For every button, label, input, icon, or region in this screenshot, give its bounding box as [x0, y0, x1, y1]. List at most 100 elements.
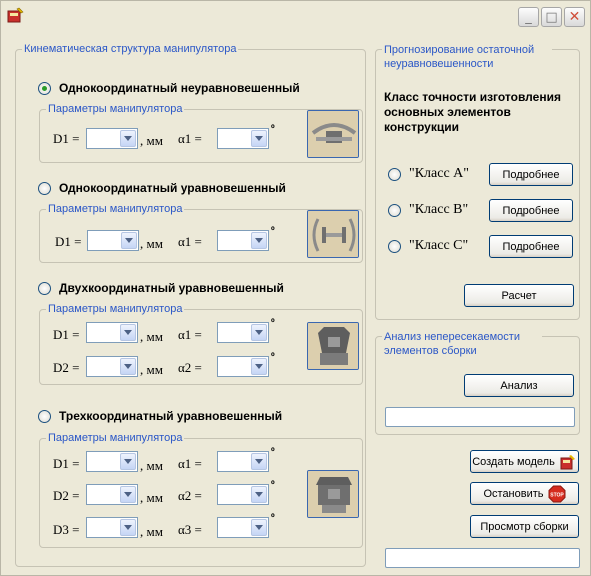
status-field[interactable]: [385, 548, 580, 568]
forecast-title: Прогнозирование остаточной неуравновешен…: [382, 43, 552, 71]
d1-label: D1 =: [55, 234, 82, 249]
intersection-analysis-title: Анализ непересекаемости элементов сборки: [382, 330, 542, 358]
alpha1-label: α1 =: [178, 327, 202, 342]
radio-indicator[interactable]: [38, 81, 51, 95]
alpha1-combobox[interactable]: [217, 128, 269, 149]
params-title: Параметры манипулятора: [46, 431, 185, 445]
class-b-label: "Класс В": [409, 202, 469, 217]
app-icon: [7, 7, 24, 23]
stop-button[interactable]: Остановить STOP: [470, 482, 579, 505]
d3-combobox[interactable]: [86, 517, 138, 538]
chevron-down-icon[interactable]: [251, 130, 267, 147]
mm-unit: , мм: [140, 524, 163, 539]
radio-indicator[interactable]: [388, 167, 401, 181]
radio-label: Двухкоординатный уравновешенный: [59, 281, 284, 295]
details-button-class-b[interactable]: Подробнее: [489, 199, 573, 222]
class-b-option[interactable]: "Класс В": [388, 202, 468, 218]
alpha1-combobox[interactable]: [217, 322, 269, 343]
radio-indicator[interactable]: [388, 203, 401, 217]
class-c-option[interactable]: "Класс С": [388, 238, 468, 254]
radio-label: Однокоординатный уравновешенный: [59, 181, 286, 195]
mm-unit: , мм: [140, 133, 163, 148]
chevron-down-icon[interactable]: [251, 453, 267, 470]
class-a-option[interactable]: "Класс А": [388, 166, 469, 182]
stop-label: Остановить: [483, 487, 544, 500]
stop-sign-icon: STOP: [548, 485, 566, 502]
d1-label: D1 =: [53, 131, 80, 146]
accuracy-class-heading: Класс точности изготовления основных эле…: [384, 90, 561, 134]
close-icon: ✕: [568, 9, 581, 25]
chevron-down-icon[interactable]: [251, 486, 267, 503]
params-title: Параметры манипулятора: [46, 302, 185, 316]
degree-sign: º: [271, 124, 275, 135]
manipulator-image-4: [307, 470, 359, 518]
create-model-button[interactable]: Создать модель: [470, 450, 579, 473]
radio-indicator[interactable]: [388, 239, 401, 253]
close-button[interactable]: ✕: [564, 7, 585, 27]
calculate-button[interactable]: Расчет: [464, 284, 574, 307]
mm-unit: , мм: [140, 236, 163, 251]
mm-unit: , мм: [140, 490, 163, 505]
minimize-button[interactable]: _: [518, 7, 539, 27]
alpha1-label: α1 =: [178, 234, 202, 249]
class-c-label: "Класс С": [409, 238, 469, 253]
chevron-down-icon[interactable]: [120, 358, 136, 375]
mm-unit: , мм: [140, 329, 163, 344]
alpha3-label: α3 =: [178, 522, 202, 537]
mm-unit: , мм: [140, 362, 163, 377]
radio-indicator[interactable]: [38, 409, 51, 423]
d2-combobox[interactable]: [86, 484, 138, 505]
kinematic-structure-title: Кинематическая структура манипулятора: [22, 42, 239, 56]
alpha1-combobox[interactable]: [217, 230, 269, 251]
params-title: Параметры манипулятора: [46, 102, 185, 116]
alpha1-label: α1 =: [178, 456, 202, 471]
degree-sign: º: [271, 318, 275, 329]
alpha2-combobox[interactable]: [217, 484, 269, 505]
radio-three-coordinate-balanced[interactable]: Трехкоординатный уравновешенный: [38, 409, 282, 423]
alpha1-combobox[interactable]: [217, 451, 269, 472]
alpha2-label: α2 =: [178, 360, 202, 375]
radio-indicator[interactable]: [38, 281, 51, 295]
chevron-down-icon[interactable]: [251, 324, 267, 341]
d1-combobox[interactable]: [86, 128, 138, 149]
chevron-down-icon[interactable]: [120, 130, 136, 147]
d2-combobox[interactable]: [86, 356, 138, 377]
degree-sign: º: [271, 513, 275, 524]
chevron-down-icon[interactable]: [120, 519, 136, 536]
details-button-class-a[interactable]: Подробнее: [489, 163, 573, 186]
chevron-down-icon[interactable]: [251, 232, 267, 249]
d1-combobox[interactable]: [87, 230, 139, 251]
view-assembly-button[interactable]: Просмотр сборки: [470, 515, 579, 538]
params-title: Параметры манипулятора: [46, 202, 185, 216]
chevron-down-icon[interactable]: [120, 486, 136, 503]
manipulator-image-1: [307, 110, 359, 158]
create-model-label: Создать модель: [472, 455, 555, 468]
radio-single-unbalanced[interactable]: Однокоординатный неуравновешенный: [38, 81, 300, 95]
analyze-button[interactable]: Анализ: [464, 374, 574, 397]
model-icon: [560, 454, 575, 469]
degree-sign: º: [271, 352, 275, 363]
radio-two-coordinate-balanced[interactable]: Двухкоординатный уравновешенный: [38, 281, 284, 295]
main-window: _ □ ✕ Кинематическая структура манипулят…: [0, 0, 591, 576]
degree-sign: º: [271, 447, 275, 458]
radio-indicator[interactable]: [38, 181, 51, 195]
d2-label: D2 =: [53, 488, 80, 503]
analysis-output-field[interactable]: [385, 407, 575, 427]
maximize-button[interactable]: □: [541, 7, 562, 27]
d1-combobox[interactable]: [86, 451, 138, 472]
manipulator-image-3: [307, 322, 359, 370]
chevron-down-icon[interactable]: [120, 324, 136, 341]
chevron-down-icon[interactable]: [121, 232, 137, 249]
alpha3-combobox[interactable]: [217, 517, 269, 538]
details-button-class-c[interactable]: Подробнее: [489, 235, 573, 258]
radio-single-balanced[interactable]: Однокоординатный уравновешенный: [38, 181, 286, 195]
title-bar: _ □ ✕: [1, 1, 590, 31]
class-a-label: "Класс А": [409, 166, 470, 181]
chevron-down-icon[interactable]: [251, 358, 267, 375]
mm-unit: , мм: [140, 458, 163, 473]
alpha1-label: α1 =: [178, 131, 202, 146]
chevron-down-icon[interactable]: [120, 453, 136, 470]
alpha2-combobox[interactable]: [217, 356, 269, 377]
chevron-down-icon[interactable]: [251, 519, 267, 536]
d1-combobox[interactable]: [86, 322, 138, 343]
